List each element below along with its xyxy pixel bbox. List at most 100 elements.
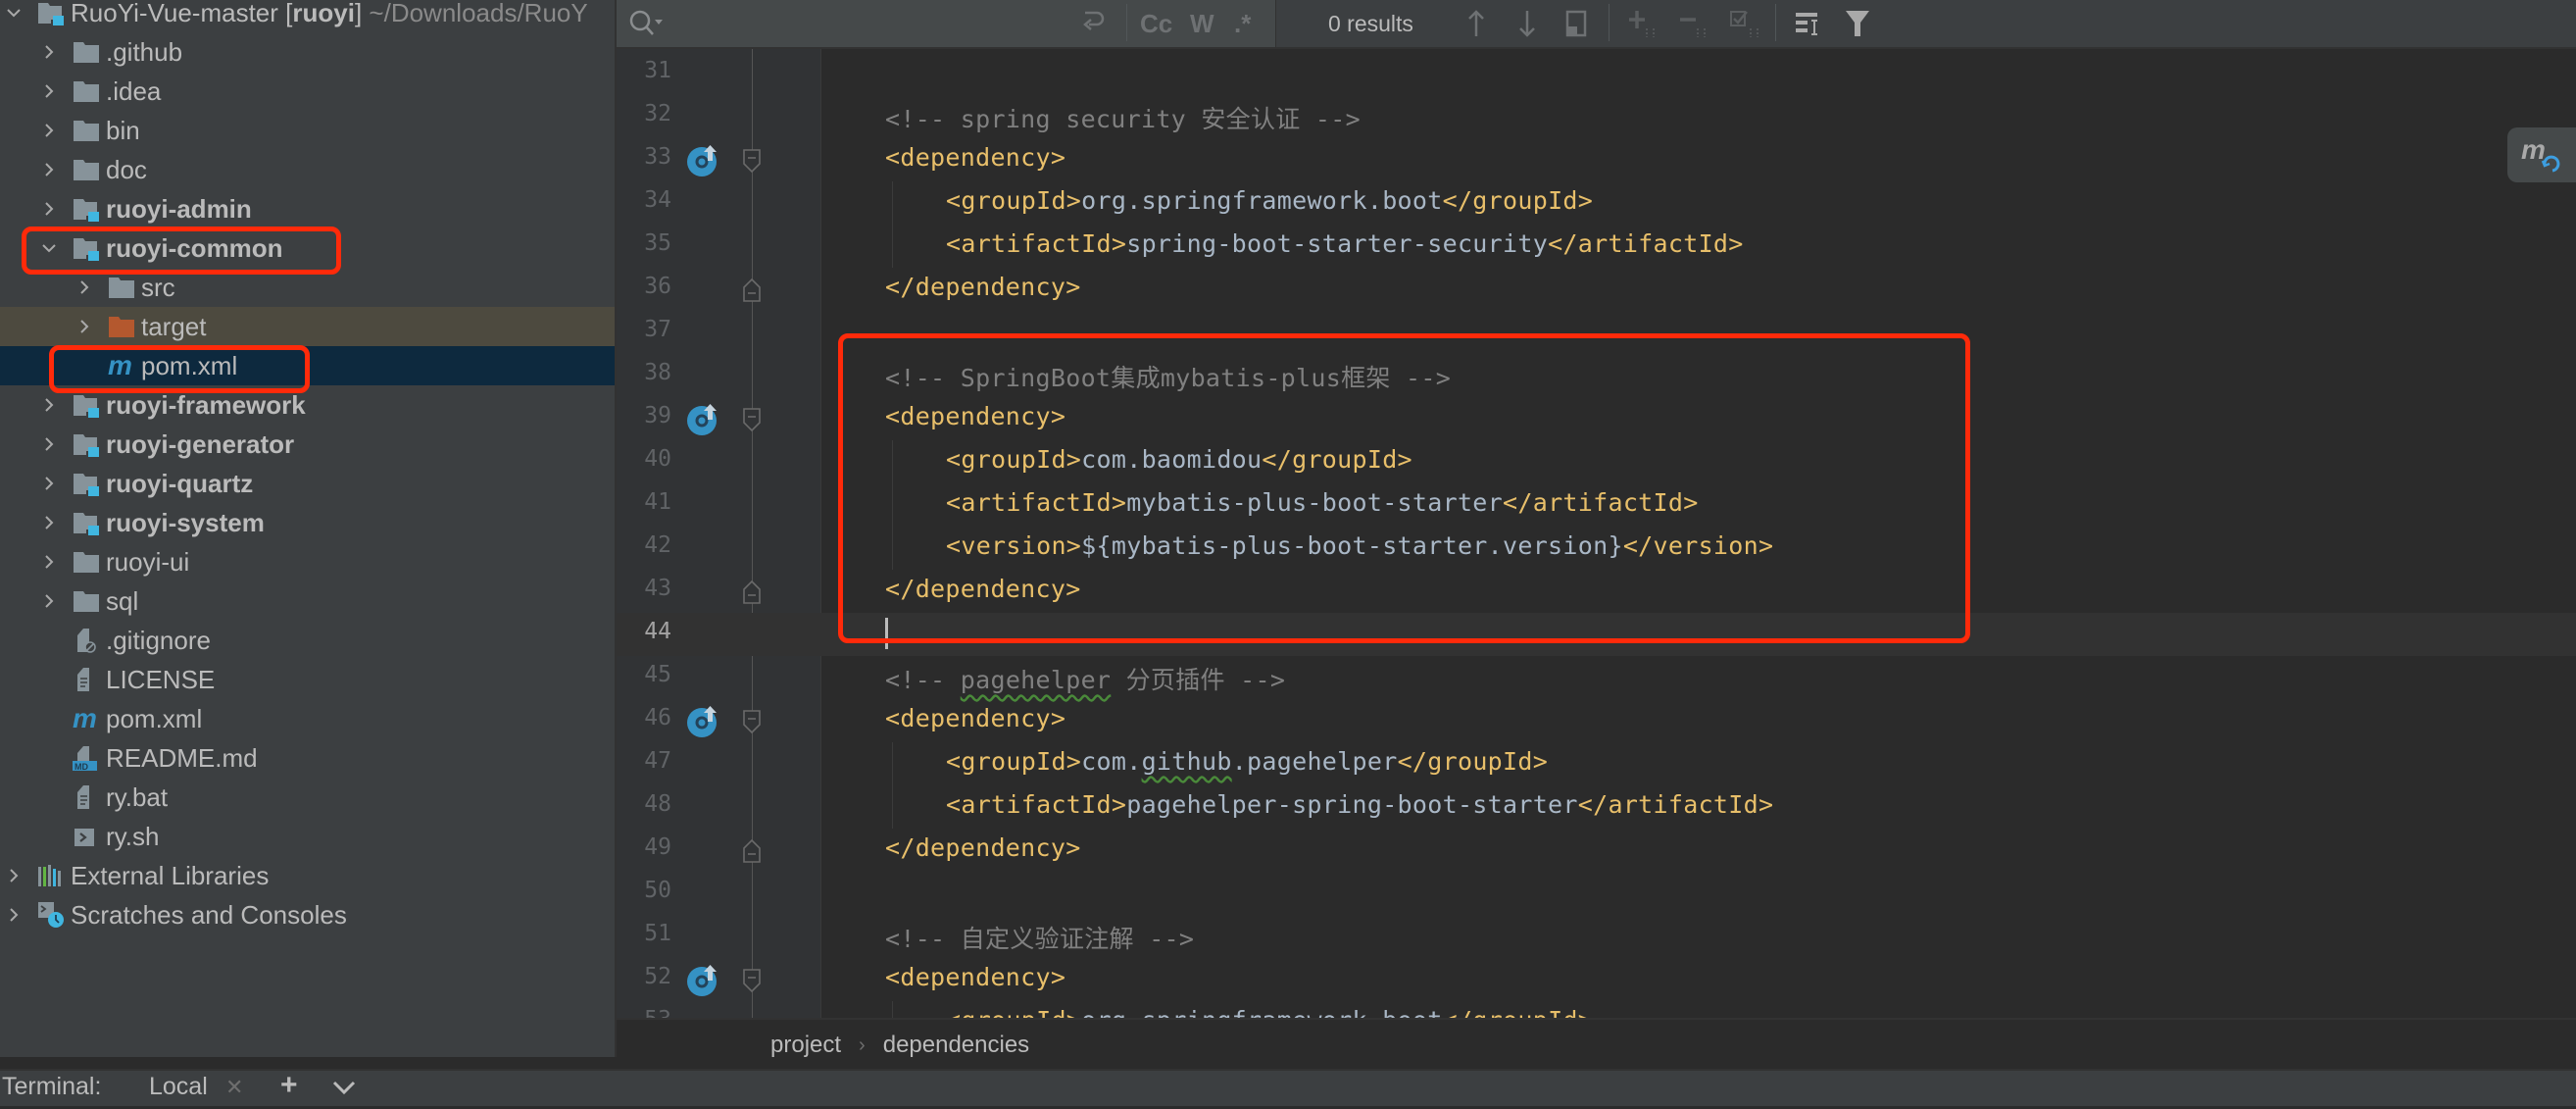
tree-item-ruoyi-quartz[interactable]: ruoyi-quartz [0, 464, 615, 503]
tree-item-pom-xml[interactable]: m pom.xml [0, 699, 615, 738]
chevron-right-icon[interactable] [39, 474, 59, 493]
code-editor[interactable]: m 31 32 <!-- spring security 安全认证 --> 33 <de… [617, 49, 2576, 1018]
fold-close-icon[interactable] [742, 277, 762, 303]
code-line[interactable]: 34 <groupId>org.springframework.boot</gro… [617, 181, 2576, 225]
code-line[interactable]: 42 <version>${mybatis-plus-boot-starter.v… [617, 527, 2576, 570]
next-occurrence-icon[interactable] [1512, 8, 1542, 39]
code-line[interactable]: 33 <dependency> [617, 138, 2576, 181]
tree-item-doc[interactable]: doc [0, 150, 615, 189]
fold-open-icon[interactable] [742, 407, 762, 432]
code-line[interactable]: 45 <!-- pagehelper 分页插件 --> [617, 656, 2576, 699]
tree-item-scratches-and-consoles[interactable]: Scratches and Consoles [0, 895, 615, 934]
match-case-toggle[interactable]: Cc [1140, 8, 1172, 39]
fold-open-icon[interactable] [742, 709, 762, 734]
chevron-right-icon[interactable] [4, 905, 24, 925]
code-line[interactable]: 48 <artifactId>pagehelper-spring-boot-sta… [617, 785, 2576, 829]
code-line[interactable]: 41 <artifactId>mybatis-plus-boot-starter<… [617, 483, 2576, 527]
code-line[interactable]: 31 [617, 52, 2576, 95]
terminal-tab-local[interactable]: Local [149, 1073, 208, 1101]
chevron-right-icon[interactable] [39, 81, 59, 101]
tree-root-ruoyi-vue-master[interactable]: RuoYi-Vue-master [ruoyi] ~/Downloads/Ruo… [0, 0, 615, 32]
chevron-right-icon[interactable] [4, 866, 24, 885]
chevron-down-icon[interactable] [39, 238, 59, 258]
chevron-right-icon[interactable] [74, 317, 94, 336]
code-line[interactable]: 47 <groupId>com.github.pagehelper</groupI… [617, 742, 2576, 785]
code-line[interactable]: 50 [617, 872, 2576, 915]
tree-item-idea[interactable]: .idea [0, 72, 615, 111]
chevron-right-icon[interactable] [39, 434, 59, 454]
tree-item-ry-sh[interactable]: ry.sh [0, 817, 615, 856]
chevron-right-icon[interactable] [39, 513, 59, 532]
chevron-right-icon[interactable] [39, 160, 59, 179]
tree-item-ruoyi-common[interactable]: ruoyi-common [0, 228, 615, 268]
code-line[interactable]: 51 <!-- 自定义验证注解 --> [617, 915, 2576, 958]
search-history-icon[interactable] [626, 8, 669, 39]
filter-search-results-icon[interactable] [1791, 8, 1830, 39]
tree-item-external-libraries[interactable]: External Libraries [0, 856, 615, 895]
tree-item-pom-xml[interactable]: m pom.xml [0, 346, 615, 385]
maven-dependency-overridden-icon[interactable] [686, 962, 721, 997]
tree-item-readme-md[interactable]: MD README.md [0, 738, 615, 778]
chevron-right-icon[interactable] [39, 121, 59, 140]
chevron-right-icon[interactable] [39, 591, 59, 611]
code-line[interactable]: 53 <groupId>org.springframework.boot</gro… [617, 1001, 2576, 1018]
code-line[interactable]: 35 <artifactId>spring-boot-starter-securi… [617, 225, 2576, 268]
add-occurrence-icon[interactable] [1624, 8, 1663, 39]
fold-close-icon[interactable] [742, 580, 762, 605]
open-in-window-icon[interactable] [1561, 8, 1591, 39]
fold-open-icon[interactable] [742, 968, 762, 993]
tree-item-ruoyi-ui[interactable]: ruoyi-ui [0, 542, 615, 581]
regex-toggle[interactable]: .* [1234, 8, 1251, 39]
tree-item-ruoyi-system[interactable]: ruoyi-system [0, 503, 615, 542]
filter-icon[interactable] [1840, 8, 1875, 39]
tree-item-ruoyi-framework[interactable]: ruoyi-framework [0, 385, 615, 425]
tree-item-gitignore[interactable]: .gitignore [0, 621, 615, 660]
line-number: 31 [644, 58, 671, 83]
code-line[interactable]: 36 </dependency> [617, 268, 2576, 311]
code-line[interactable]: 39 <dependency> [617, 397, 2576, 440]
maven-icon: m [73, 703, 100, 733]
fold-close-icon[interactable] [742, 838, 762, 864]
chevron-right-icon[interactable] [74, 277, 94, 297]
tree-item-ruoyi-admin[interactable]: ruoyi-admin [0, 189, 615, 228]
whole-words-toggle[interactable]: W [1190, 8, 1214, 39]
tree-item-src[interactable]: src [0, 268, 615, 307]
tree-item-github[interactable]: .github [0, 32, 615, 72]
maven-dependency-overridden-icon[interactable] [686, 142, 721, 177]
chevron-right-icon[interactable] [39, 199, 59, 219]
new-terminal-icon[interactable]: + [280, 1069, 298, 1102]
chevron-right-icon[interactable] [39, 552, 59, 572]
maven-dependency-overridden-icon[interactable] [686, 703, 721, 738]
maven-dependency-overridden-icon[interactable] [686, 401, 721, 436]
tree-item-bin[interactable]: bin [0, 111, 615, 150]
scratches-icon [37, 902, 65, 928]
chevron-right-icon[interactable] [39, 395, 59, 415]
code-line[interactable]: 37 [617, 311, 2576, 354]
select-all-occurrences-icon[interactable] [1726, 8, 1765, 39]
tree-item-sql[interactable]: sql [0, 581, 615, 621]
chevron-down-icon[interactable] [4, 3, 24, 23]
terminal-dropdown-icon[interactable] [331, 1073, 357, 1109]
code-line[interactable]: 44 [617, 613, 2576, 656]
chevron-right-icon[interactable] [39, 42, 59, 62]
code-line[interactable]: 32 <!-- spring security 安全认证 --> [617, 95, 2576, 138]
fold-open-icon[interactable] [742, 148, 762, 174]
find-input[interactable]: Cc W .* [617, 0, 1276, 47]
tree-item-ruoyi-generator[interactable]: ruoyi-generator [0, 425, 615, 464]
previous-occurrence-icon[interactable] [1461, 8, 1491, 39]
breadcrumb-project[interactable]: project [770, 1032, 841, 1059]
code-line[interactable]: 46 <dependency> [617, 699, 2576, 742]
code-line[interactable]: 49 </dependency> [617, 829, 2576, 872]
tree-item-ry-bat[interactable]: ry.bat [0, 778, 615, 817]
code-line[interactable]: 40 <groupId>com.baomidou</groupId> [617, 440, 2576, 483]
code-line[interactable]: 52 <dependency> [617, 958, 2576, 1001]
code-line[interactable]: 38 <!-- SpringBoot集成mybatis-plus框架 --> [617, 354, 2576, 397]
new-line-icon[interactable] [1075, 8, 1111, 39]
tree-item-target[interactable]: target [0, 307, 615, 346]
results-count: 0 results [1328, 11, 1413, 36]
tree-item-license[interactable]: LICENSE [0, 660, 615, 699]
remove-occurrence-icon[interactable] [1675, 8, 1714, 39]
close-tab-icon[interactable]: ✕ [225, 1075, 243, 1100]
breadcrumb-dependencies[interactable]: dependencies [883, 1032, 1029, 1059]
code-line[interactable]: 43 </dependency> [617, 570, 2576, 613]
